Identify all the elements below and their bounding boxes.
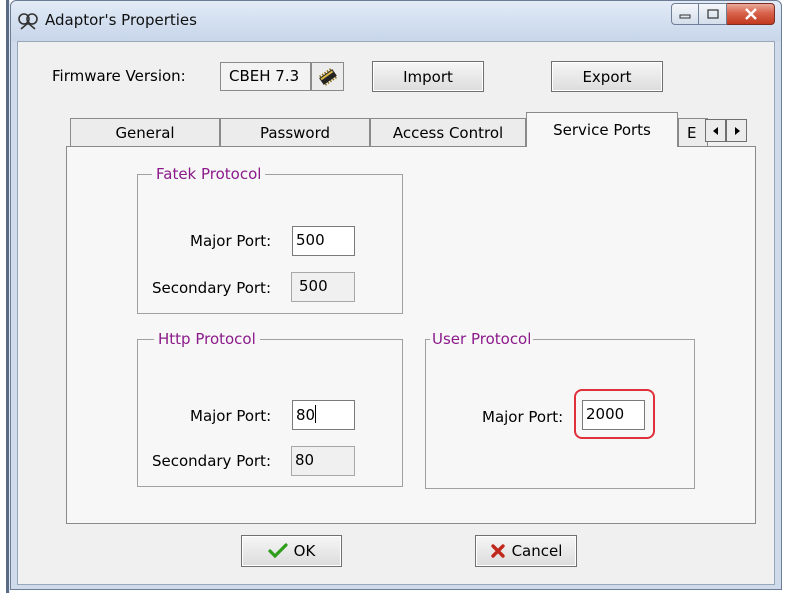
user-major-port-label: Major Port: (482, 408, 564, 426)
maximize-button[interactable] (699, 3, 727, 25)
tab-service-ports-label: Service Ports (553, 121, 651, 139)
triangle-left-icon (712, 126, 718, 135)
minimize-icon (679, 14, 691, 19)
tab-scroll-right-button[interactable] (726, 119, 747, 142)
tab-scroll-left-button[interactable] (705, 119, 726, 142)
text-caret (315, 405, 317, 423)
firmware-version-label: Firmware Version: (52, 67, 186, 85)
http-protocol-title: Http Protocol (154, 329, 260, 349)
user-protocol-group: User Protocol Major Port: 2000 (425, 329, 695, 489)
fatek-major-port-label: Major Port: (190, 232, 272, 250)
http-major-port-value: 80 (296, 406, 316, 424)
triangle-right-icon (734, 126, 740, 135)
firmware-version-value: CBEH 7.3 (220, 62, 311, 91)
http-secondary-port-label: Secondary Port: (152, 452, 271, 470)
cancel-button-label: Cancel (511, 542, 563, 560)
fatek-major-port-input[interactable]: 500 (292, 226, 355, 256)
tab-access-control-label: Access Control (392, 123, 504, 142)
chip-icon (318, 67, 337, 86)
ok-button[interactable]: OK (241, 535, 342, 567)
window-title: Adaptor's Properties (45, 11, 197, 29)
background-window-edge (0, 0, 10, 593)
http-major-port-input[interactable]: 80 (292, 400, 355, 430)
tab-general[interactable]: General (70, 118, 220, 146)
export-button-label: Export (582, 67, 632, 86)
tab-access-control[interactable]: Access Control (370, 118, 526, 146)
title-bar[interactable]: Adaptor's Properties (11, 1, 781, 41)
app-icon (18, 13, 38, 30)
tab-password-label: Password (259, 123, 331, 142)
tab-e-partial[interactable]: E (678, 118, 708, 146)
fatek-secondary-port-label: Secondary Port: (152, 279, 271, 297)
tab-general-label: General (115, 123, 175, 142)
http-secondary-port-field: 80 (291, 446, 355, 476)
import-button-label: Import (403, 67, 453, 86)
export-button[interactable]: Export (551, 61, 663, 92)
minimize-button[interactable] (671, 3, 699, 25)
ok-button-label: OK (293, 542, 316, 560)
caption-buttons (671, 3, 775, 25)
cross-icon (490, 544, 505, 558)
adaptor-properties-dialog: Adaptor's Properties Firmware Version: C… (10, 0, 782, 590)
check-icon (268, 543, 288, 559)
highlight-annotation (574, 389, 655, 439)
maximize-icon (706, 9, 719, 19)
firmware-chip-button[interactable] (311, 62, 344, 91)
user-protocol-title: User Protocol (430, 329, 534, 349)
fatek-protocol-title: Fatek Protocol (152, 164, 266, 184)
cancel-button[interactable]: Cancel (475, 535, 577, 567)
http-protocol-group: Http Protocol Major Port: 80 Secondary P… (137, 329, 403, 487)
close-icon (744, 8, 757, 20)
fatek-secondary-port-field: 500 (291, 272, 355, 302)
fatek-protocol-group: Fatek Protocol Major Port: 500 Secondary… (137, 164, 403, 314)
tab-password[interactable]: Password (220, 118, 370, 146)
tab-scroll-buttons (705, 119, 747, 142)
tab-service-ports[interactable]: Service Ports (526, 112, 678, 147)
import-button[interactable]: Import (372, 61, 484, 92)
dialog-client-area: Firmware Version: CBEH 7.3 Import Export… (17, 41, 775, 585)
tab-e-label: E (687, 123, 697, 142)
close-button[interactable] (727, 3, 775, 25)
service-ports-panel: Fatek Protocol Major Port: 500 Secondary… (66, 146, 756, 524)
http-major-port-label: Major Port: (190, 407, 272, 425)
